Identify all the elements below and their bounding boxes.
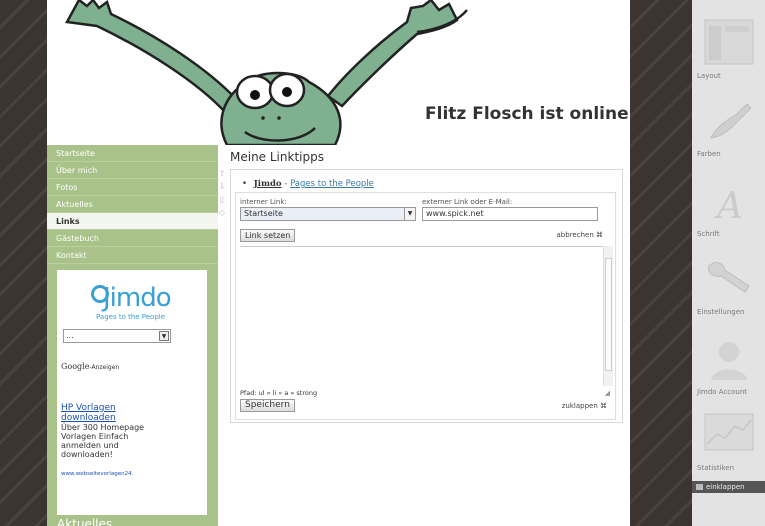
chart-icon [704,413,754,451]
google-ads-suffix: -Anzeigen [89,364,120,371]
layout-icon [704,19,754,65]
admin-item-account[interactable]: Jimdo Account [692,332,765,412]
set-link-button[interactable]: Link setzen [240,229,296,242]
element-toolbar: ⇧ ⇩ ▯ ◇ [218,169,227,221]
collapse-checkbox-icon [696,484,703,490]
page-heading: Meine Linktipps [230,150,324,164]
main-navigation: Startseite Über mich Fotos Aktuelles Lin… [47,145,218,264]
google-ads-label[interactable]: Google-Anzeigen [61,362,119,371]
nav-item-gaestebuch[interactable]: Gästebuch [47,230,218,247]
admin-collapse-label: einklappen [706,483,745,491]
link-list-item: • Jimdo - Pages to the People [242,179,374,189]
admin-label-statistiken: Statistiken [697,464,735,472]
save-button[interactable]: Speichern [240,399,295,412]
admin-label-layout: Layout [697,72,721,80]
admin-label-farben: Farben [697,150,721,158]
internal-link-value: Startseite [244,209,283,218]
left-background-stripes [0,0,47,526]
font-icon: A [714,186,743,227]
website-canvas: Flitz Flosch ist online Startseite Über … [47,0,630,526]
nav-item-links[interactable]: Links [47,213,218,230]
ad-box: Jimdo Pages to the People ... ▼ Google-A… [57,270,207,515]
add-element-icon[interactable]: ◇ [218,208,226,218]
external-link-input[interactable]: www.spick.net [422,207,598,221]
nav-item-ueber-mich[interactable]: Über mich [47,162,218,179]
admin-item-statistiken[interactable]: Statistiken [692,404,765,484]
link-separator: - [281,179,291,189]
collapse-icon: ⌘ [596,231,603,239]
editor-text-area[interactable] [240,246,607,386]
move-down-icon[interactable]: ⇩ [218,182,226,192]
ad-url-link[interactable]: www.webseitevorlagen24. [61,471,133,477]
link-description[interactable]: Pages to the People [290,179,374,189]
admin-label-account: Jimdo Account [697,388,748,396]
admin-label-schrift: Schrift [697,230,720,238]
brush-icon [710,103,752,139]
move-up-icon[interactable]: ⇧ [218,169,226,179]
link-editor-panel: • Jimdo - Pages to the People interner L… [230,169,623,423]
collapse-label: zuklappen [561,402,598,410]
admin-item-farben[interactable]: Farben [692,92,765,172]
editor-scrollbar[interactable] [603,246,613,386]
nav-item-startseite[interactable]: Startseite [47,145,218,162]
admin-item-schrift[interactable]: A Schrift [692,172,765,252]
right-background-stripes [630,0,692,526]
nav-item-aktuelles[interactable]: Aktuelles [47,196,218,213]
admin-label-einstellungen: Einstellungen [697,308,745,316]
nav-item-kontakt[interactable]: Kontakt [47,247,218,264]
jimdo-logo[interactable]: Jimdo Pages to the People [75,275,190,321]
link-text[interactable]: Jimdo [254,179,282,189]
wrench-icon [708,262,750,293]
collapse-link[interactable]: zuklappen ⌘ [562,402,607,410]
admin-item-einstellungen[interactable]: Einstellungen [692,250,765,330]
admin-sidebar: Layout Farben A Schrift Einstellungen Ji… [692,0,765,526]
site-header: Flitz Flosch ist online [47,0,630,145]
collapse-icon: ⌘ [600,402,607,410]
cancel-link[interactable]: abbrechen ⌘ [557,231,603,239]
jimdo-tagline: Pages to the People [96,313,166,321]
bullet-icon: • [242,179,248,189]
scrollbar-thumb[interactable] [605,258,612,371]
svg-text:A: A [714,186,743,227]
sidebar-heading: Aktuelles [57,517,113,526]
ad-title-link[interactable]: HP Vorlagen downloaden [61,403,161,423]
ad-select-value: ... [66,331,74,340]
trash-icon[interactable]: ▯ [218,195,226,205]
user-icon [711,342,747,380]
ad-select[interactable]: ... ▼ [63,329,171,343]
chevron-down-icon: ▼ [159,331,169,341]
sidebar: Startseite Über mich Fotos Aktuelles Lin… [47,145,218,526]
ad-body: Über 300 Homepage Vorlagen Einfach anmel… [61,423,145,459]
external-link-label: externer Link oder E-Mail: [422,198,513,206]
admin-collapse-button[interactable]: einklappen [692,481,765,493]
jimdo-logo-text: Jimdo [103,283,172,313]
nav-item-fotos[interactable]: Fotos [47,179,218,196]
site-title: Flitz Flosch ist online [425,104,629,124]
element-path: Pfad: ul » li » a » strong [240,389,318,397]
internal-link-select[interactable]: Startseite ▼ [240,207,416,221]
resize-handle-icon[interactable]: ◢ [605,389,610,397]
chevron-down-icon: ▼ [404,208,415,220]
internal-link-label: interner Link: [240,198,287,206]
admin-item-layout[interactable]: Layout [692,10,765,90]
rich-text-editor: interner Link: Startseite ▼ externer Lin… [235,192,616,420]
google-label: Google [61,362,90,371]
cancel-label: abbrechen [556,231,594,239]
